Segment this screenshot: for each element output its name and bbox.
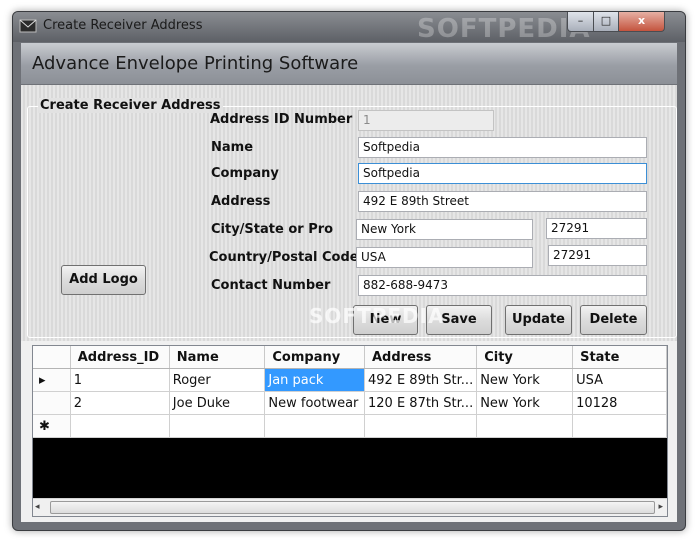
- company-field[interactable]: Softpedia: [358, 163, 647, 184]
- close-button[interactable]: x: [619, 12, 665, 32]
- table-row[interactable]: 2 Joe Duke New footwear 120 E 87th Str..…: [33, 391, 667, 415]
- minimize-button[interactable]: –: [567, 12, 594, 32]
- table-cell[interactable]: 1: [70, 368, 170, 392]
- address-id-label: Address ID Number: [210, 112, 353, 127]
- maximize-button[interactable]: □: [594, 12, 619, 32]
- city-state-label: City/State or Pro: [211, 222, 334, 237]
- table-cell[interactable]: [264, 414, 365, 438]
- current-row-indicator-icon[interactable]: ▸: [33, 368, 71, 392]
- new-row-asterisk-icon[interactable]: ✱: [33, 414, 71, 438]
- column-header-name[interactable]: Name: [169, 346, 266, 369]
- city-field[interactable]: New York: [356, 219, 533, 240]
- address-table: Address_ID Name Company Address City Sta…: [33, 346, 667, 438]
- new-row[interactable]: ✱: [33, 414, 667, 438]
- table-cell[interactable]: [364, 414, 478, 438]
- scrollbar-thumb[interactable]: [50, 501, 655, 514]
- caption-buttons: – □ x: [567, 12, 665, 32]
- table-cell[interactable]: 120 E 87th Str...: [364, 391, 478, 415]
- table-cell[interactable]: Roger: [169, 368, 266, 392]
- address-id-field[interactable]: 1: [358, 110, 494, 131]
- table-cell[interactable]: 10128: [572, 391, 667, 415]
- client-area: Advance Envelope Printing Software Creat…: [21, 43, 677, 522]
- scroll-left-arrow-icon[interactable]: ◂: [35, 502, 40, 512]
- column-header-state[interactable]: State: [572, 346, 667, 369]
- contact-number-field[interactable]: 882-688-9473: [358, 275, 647, 296]
- table-cell[interactable]: [572, 414, 667, 438]
- title-bar[interactable]: Create Receiver Address SOFTPEDIA – □ x: [13, 12, 685, 44]
- app-icon: [19, 19, 37, 33]
- banner-title: Advance Envelope Printing Software: [32, 53, 359, 74]
- column-header-address-id[interactable]: Address_ID: [70, 346, 170, 369]
- horizontal-scrollbar[interactable]: ◂ ▸: [33, 498, 667, 516]
- scroll-right-arrow-icon[interactable]: ▸: [658, 502, 663, 512]
- save-button[interactable]: Save: [426, 305, 492, 335]
- company-label: Company: [211, 166, 279, 181]
- add-logo-button[interactable]: Add Logo: [61, 265, 146, 295]
- column-header-city[interactable]: City: [476, 346, 574, 369]
- watermark-logo: SOFTPEDIA: [417, 14, 591, 44]
- table-cell[interactable]: Joe Duke: [169, 391, 266, 415]
- table-cell[interactable]: [476, 414, 574, 438]
- country-postal-label: Country/Postal Code: [209, 250, 359, 265]
- table-row[interactable]: ▸ 1 Roger Jan pack 492 E 89th Str... New…: [33, 368, 667, 392]
- state-field[interactable]: 27291: [546, 218, 647, 239]
- row-header[interactable]: [33, 391, 71, 415]
- table-cell[interactable]: New York: [476, 368, 574, 392]
- name-label: Name: [211, 140, 254, 155]
- column-header-company[interactable]: Company: [264, 346, 365, 369]
- app-banner: Advance Envelope Printing Software: [21, 43, 677, 85]
- table-cell[interactable]: [169, 414, 266, 438]
- table-cell[interactable]: 2: [70, 391, 170, 415]
- new-button[interactable]: New: [353, 305, 418, 335]
- form-area: Create Receiver Address Add Logo Address…: [21, 85, 677, 341]
- app-window: Create Receiver Address SOFTPEDIA – □ x …: [12, 11, 686, 531]
- group-title: Create Receiver Address: [38, 98, 223, 113]
- address-grid[interactable]: Address_ID Name Company Address City Sta…: [32, 345, 668, 517]
- address-field[interactable]: 492 E 89th Street: [358, 191, 647, 212]
- delete-button[interactable]: Delete: [580, 305, 647, 335]
- contact-number-label: Contact Number: [211, 278, 331, 293]
- selected-table-cell[interactable]: Jan pack: [264, 368, 365, 392]
- window-title: Create Receiver Address: [43, 18, 203, 33]
- table-cell[interactable]: [70, 414, 170, 438]
- address-label: Address: [211, 194, 271, 209]
- table-header-row: Address_ID Name Company Address City Sta…: [33, 346, 667, 369]
- table-cell[interactable]: 492 E 89th Str...: [364, 368, 478, 392]
- table-cell[interactable]: New footwear: [264, 391, 365, 415]
- table-cell[interactable]: USA: [572, 368, 667, 392]
- column-header-address[interactable]: Address: [364, 346, 478, 369]
- name-field[interactable]: Softpedia: [358, 137, 647, 158]
- table-cell[interactable]: New York: [476, 391, 574, 415]
- row-header-corner: [33, 346, 71, 369]
- country-field[interactable]: USA: [356, 247, 533, 268]
- postal-code-field[interactable]: 27291: [548, 245, 647, 266]
- update-button[interactable]: Update: [505, 305, 572, 335]
